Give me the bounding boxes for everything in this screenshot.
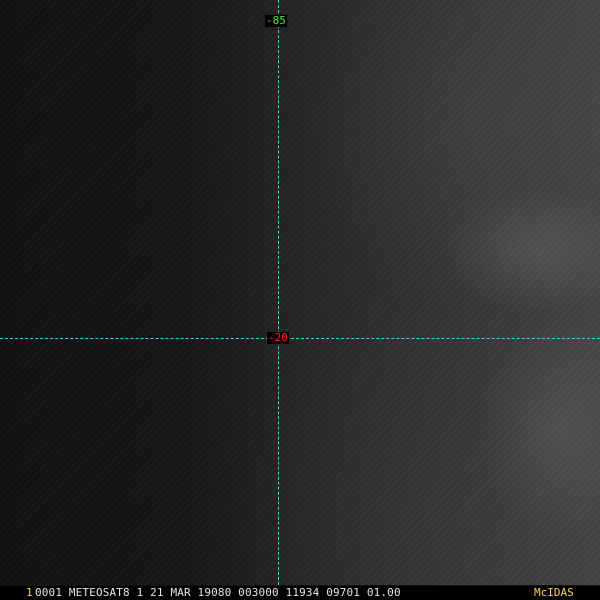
status-bar: 1 0001 METEOSAT8 1 21 MAR 19080 003000 1… — [0, 586, 600, 600]
mcidas-brand-label: McIDAS — [534, 586, 574, 599]
satellite-imagery[interactable] — [0, 0, 600, 585]
longitude-label: -85 — [265, 14, 287, 27]
latitude-grid-line — [0, 338, 600, 339]
image-info-text: 0001 METEOSAT8 1 21 MAR 19080 003000 119… — [35, 586, 401, 599]
frame-number: 1 — [26, 586, 33, 599]
longitude-grid-line — [278, 0, 279, 585]
latitude-label: -20 — [267, 331, 289, 344]
satellite-image-viewer[interactable]: -85 -20 1 0001 METEOSAT8 1 21 MAR 19080 … — [0, 0, 600, 600]
